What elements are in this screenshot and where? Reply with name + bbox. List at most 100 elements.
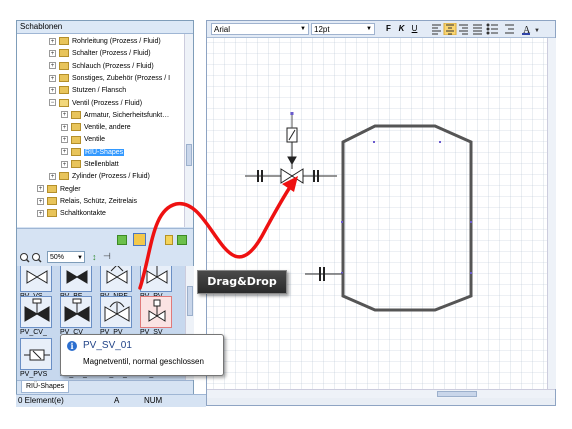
svg-text:▼: ▼ [534, 28, 540, 34]
shape-tile[interactable] [20, 266, 52, 292]
tree-scrollbar[interactable] [184, 34, 193, 227]
tree-item-label: Schalter (Prozess / Fluid) [72, 50, 151, 58]
canvas-vertical-scrollbar[interactable] [547, 38, 556, 389]
shape-tile[interactable] [60, 296, 92, 328]
tree-item[interactable]: + Ventile, andere [61, 122, 131, 133]
valve-shape-icon [24, 349, 50, 361]
tree-item-label: Ventile [84, 136, 106, 144]
chevron-down-icon: ▼ [300, 26, 306, 32]
info-icon: i [67, 341, 77, 351]
underline-button[interactable]: U [409, 23, 420, 35]
tree-item-label: Rohrleitung (Prozess / Fluid) [72, 38, 161, 45]
pin-icon[interactable]: ⊣ [103, 251, 111, 262]
expand-icon[interactable]: + [49, 86, 56, 94]
status-bar: 0 Element(e) A NUM [16, 394, 206, 407]
tree-item[interactable]: + Zylinder (Prozess / Fluid) [49, 171, 150, 182]
tree-item[interactable]: + Stellenblatt [61, 159, 119, 170]
collapse-icon[interactable]: − [49, 99, 56, 107]
tab-rili-shapes[interactable]: RIÜ-Shapes [21, 381, 70, 393]
expand-icon[interactable]: + [61, 148, 68, 156]
drag-drop-label: Drag&Drop [197, 270, 287, 294]
stencil-tab-bar: RIÜ-Shapes [17, 380, 193, 393]
sort-icon[interactable]: ↕ [92, 252, 97, 262]
tree-item[interactable]: + Stutzen / Flansch [49, 85, 126, 96]
expand-icon[interactable]: + [49, 49, 56, 57]
shape-tile[interactable] [20, 296, 52, 328]
folder-icon [47, 197, 57, 206]
stencil-tree[interactable]: + Rohrleitung (Prozess / Fluid) + Schalter … [17, 34, 193, 227]
tree-item[interactable]: + Armatur, Sicherheitsfunkt… [61, 110, 169, 121]
expand-icon[interactable]: + [37, 209, 44, 217]
chevron-down-icon: ▼ [77, 255, 83, 261]
folder-icon [71, 160, 81, 169]
status-mode: A [114, 396, 120, 405]
shape-tile[interactable] [140, 266, 172, 292]
bold-button[interactable]: F [383, 23, 394, 35]
tree-item[interactable]: + Schlauch (Prozess / Fluid) [49, 61, 154, 72]
shape-tile[interactable] [140, 296, 172, 328]
tree-item[interactable]: + Relais, Schütz, Zeitrelais [37, 196, 137, 207]
expand-icon[interactable]: + [49, 62, 56, 70]
folder-icon [59, 86, 69, 95]
tree-item[interactable]: + Rohrleitung (Prozess / Fluid) [49, 36, 161, 47]
bullet-list-icon [486, 23, 498, 35]
font-select[interactable]: Arial ▼ [211, 23, 309, 35]
shape-tile[interactable] [60, 266, 92, 292]
tree-item-label: Ventile, andere [84, 124, 131, 132]
valve-shape-icon [104, 301, 130, 322]
expand-icon[interactable]: + [49, 37, 56, 45]
tree-item[interactable]: + Sonstiges, Zubehör (Prozess / I [49, 73, 170, 84]
valve-shape-icon [146, 266, 168, 284]
shape-tile[interactable] [100, 266, 132, 292]
expand-icon[interactable]: + [37, 197, 44, 205]
tree-item[interactable]: + Regler [37, 184, 81, 195]
tree-item[interactable]: + Schaltkontakte [37, 208, 106, 219]
tree-item-label: Zylinder (Prozess / Fluid) [72, 173, 150, 181]
canvas-horizontal-scrollbar[interactable] [207, 389, 555, 398]
drawing-panel: Arial ▼ 12pt ▼ F K U A ▼ [206, 20, 556, 406]
expand-icon[interactable]: + [49, 74, 56, 82]
align-left-icon [432, 24, 441, 35]
stencil-open-icon[interactable] [133, 233, 146, 246]
expand-icon[interactable]: + [61, 123, 68, 131]
expand-icon[interactable]: + [61, 136, 68, 144]
shape-tile[interactable] [100, 296, 132, 328]
expand-icon[interactable]: + [61, 160, 68, 168]
tree-item-label: Sonstiges, Zubehör (Prozess / I [72, 74, 171, 82]
expand-icon[interactable]: + [37, 185, 44, 193]
folder-icon [71, 110, 81, 119]
expand-icon[interactable]: + [49, 172, 56, 180]
folder-icon [47, 209, 57, 218]
font-size-select[interactable]: 12pt ▼ [311, 23, 375, 35]
font-value: Arial [214, 25, 231, 34]
tree-item[interactable]: + Ventile [61, 134, 105, 145]
zoom-bar: 50% ▼ ↕ ⊣ [17, 250, 193, 265]
italic-button[interactable]: K [396, 23, 407, 35]
green-stencil-icon-2[interactable] [177, 235, 187, 245]
tree-item-label: Ventil (Prozess / Fluid) [72, 99, 143, 107]
tree-item[interactable]: + RIÜ-Shapes [61, 147, 125, 158]
valve-shape-icon [106, 266, 128, 284]
tree-item-label: RIÜ-Shapes [84, 148, 125, 156]
tree-item[interactable]: + Schalter (Prozess / Fluid) [49, 48, 151, 59]
folder-icon [59, 172, 69, 181]
font-size-value: 12pt [314, 25, 330, 34]
folder-icon [59, 98, 69, 107]
zoom-value: 50% [50, 254, 65, 261]
expand-icon[interactable]: + [61, 111, 68, 119]
shape-tile[interactable] [20, 338, 52, 370]
tree-item-label: Schaltkontakte [60, 210, 106, 218]
valve-shape-icon [26, 270, 48, 284]
align-right-icon [459, 24, 468, 35]
status-element-count: 0 Element(e) [18, 396, 64, 405]
tree-item[interactable]: − Ventil (Prozess / Fluid) [49, 98, 142, 109]
alignment-buttons[interactable]: A ▼ [431, 23, 551, 35]
drawing-canvas[interactable] [207, 38, 547, 389]
zoom-icons[interactable] [19, 252, 43, 263]
zoom-select[interactable]: 50% ▼ [47, 251, 85, 263]
yellow-stencil-icon[interactable] [165, 235, 173, 245]
tooltip-title: PV_SV_01 [83, 340, 132, 351]
tree-item-label: Armatur, Sicherheitsfunkt… [84, 111, 170, 119]
tree-item-label: Stellenblatt [84, 161, 119, 168]
green-stencil-icon[interactable] [117, 235, 127, 245]
